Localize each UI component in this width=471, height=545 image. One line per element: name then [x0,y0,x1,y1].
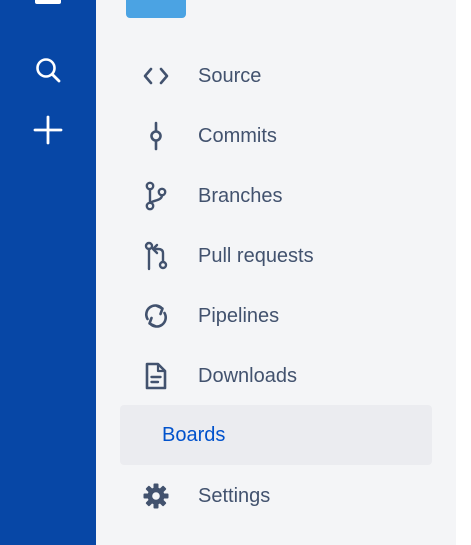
commit-icon [141,121,171,151]
sidebar-item-boards[interactable]: Boards [120,405,432,465]
sidebar-item-label: Pull requests [198,245,314,267]
document-icon [141,361,171,391]
sidebar-item-label: Commits [198,125,277,147]
sidebar-item-pipelines[interactable]: Pipelines [120,286,432,346]
global-search-button[interactable] [24,48,72,96]
global-create-button[interactable] [24,108,72,156]
global-nav [0,0,96,545]
sidebar-item-label: Pipelines [198,305,280,327]
sidebar-item-branches[interactable]: Branches [120,166,432,226]
pipelines-icon [141,301,171,331]
content-edge [456,0,471,545]
pull-request-icon [141,241,171,271]
sidebar-item-commits[interactable]: Commits [120,106,432,166]
repository-avatar[interactable] [126,0,186,18]
gear-icon [141,481,171,511]
sidebar-item-label: Boards [162,424,226,446]
sidebar-item-label: Settings [198,485,271,507]
sidebar-item-label: Downloads [198,365,297,387]
branch-icon [141,181,171,211]
sidebar-item-downloads[interactable]: Downloads [120,346,432,406]
sidebar-item-source[interactable]: Source [120,46,432,106]
app-frame: Source Commits Branches Pull requests Pi… [0,0,471,545]
sidebar-item-settings[interactable]: Settings [120,466,432,526]
sidebar-item-label: Source [198,65,262,87]
search-icon [34,56,62,89]
sidebar-item-label: Branches [198,185,283,207]
code-icon [141,61,171,91]
repository-sidebar: Source Commits Branches Pull requests Pi… [96,0,456,545]
sidebar-item-pull-requests[interactable]: Pull requests [120,226,432,286]
menu-icon[interactable] [35,0,61,4]
plus-icon [33,115,63,150]
